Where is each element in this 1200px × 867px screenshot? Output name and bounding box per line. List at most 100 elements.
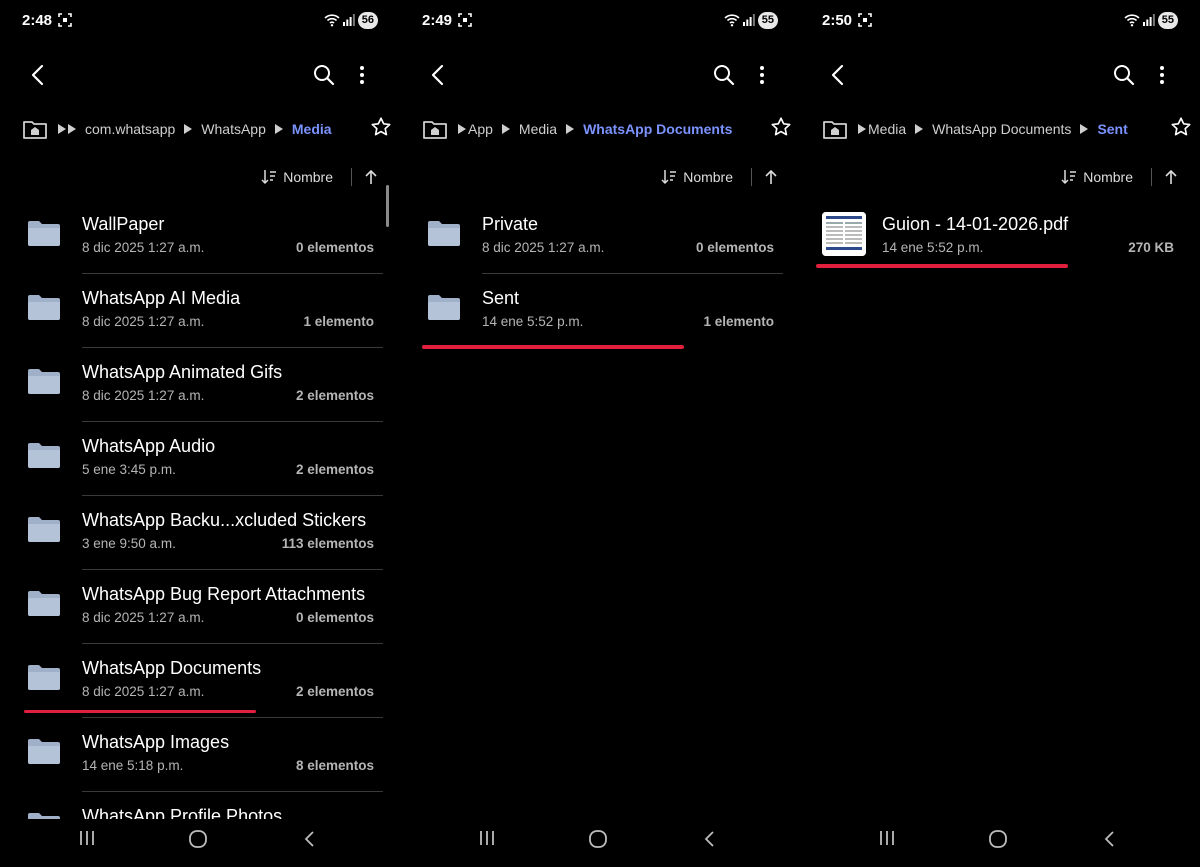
more-options-button[interactable] — [747, 60, 777, 90]
status-bar: 2:49 55 — [400, 0, 800, 42]
arrow-up-icon[interactable] — [764, 169, 778, 185]
favorite-button[interactable] — [1170, 116, 1192, 143]
home-button[interactable] — [988, 829, 1008, 849]
home-crumb-button[interactable] — [22, 118, 48, 140]
breadcrumb-current[interactable]: Sent — [1097, 121, 1127, 137]
breadcrumb-separator — [58, 124, 66, 134]
battery-indicator: 55 — [757, 11, 778, 29]
pdf-thumbnail — [822, 212, 866, 256]
item-date: 8 dic 2025 1:27 a.m. — [82, 610, 205, 625]
screen-media: 2:48 56 com.whatsapp WhatsApp Media Nomb… — [0, 0, 400, 867]
breadcrumb-separator — [915, 124, 924, 134]
folder-icon — [28, 665, 60, 690]
recent-apps-button[interactable] — [78, 829, 96, 847]
highlight-underline — [422, 345, 684, 349]
folder-icon — [28, 221, 60, 246]
more-options-button[interactable] — [1147, 60, 1177, 90]
nav-back-button[interactable] — [702, 829, 716, 849]
breadcrumb-current[interactable]: Media — [292, 121, 332, 137]
home-crumb-button[interactable] — [822, 118, 848, 140]
item-count: 113 elementos — [281, 536, 374, 551]
breadcrumb-item[interactable]: WhatsApp — [201, 121, 266, 137]
breadcrumb-item[interactable]: Media — [868, 121, 906, 137]
breadcrumb-current[interactable]: WhatsApp Documents — [583, 121, 732, 137]
search-button[interactable] — [1109, 60, 1139, 90]
home-button[interactable] — [588, 829, 608, 849]
system-nav-bar — [0, 819, 400, 867]
nav-back-button[interactable] — [1102, 829, 1116, 849]
sort-button[interactable]: Nombre — [261, 169, 333, 185]
item-name: Private — [482, 214, 539, 234]
breadcrumb-separator — [1080, 124, 1089, 134]
back-button[interactable] — [22, 60, 52, 90]
favorite-button[interactable] — [370, 116, 392, 143]
list-item[interactable]: Sent 14 ene 5:52 p.m. 1 elemento — [400, 274, 800, 348]
item-count: 0 elementos — [295, 610, 374, 625]
home-folder-icon — [423, 121, 447, 139]
arrow-up-icon[interactable] — [1164, 169, 1178, 185]
favorite-button[interactable] — [770, 116, 792, 143]
breadcrumb-item[interactable]: Media — [519, 121, 557, 137]
arrow-back-icon — [31, 64, 44, 86]
sort-button[interactable]: Nombre — [1061, 169, 1133, 185]
list-item[interactable]: WhatsApp Backu...xcluded Stickers 3 ene … — [0, 496, 400, 570]
back-button[interactable] — [422, 60, 452, 90]
sort-divider — [1151, 168, 1152, 186]
list-item[interactable]: Private 8 dic 2025 1:27 a.m. 0 elementos — [400, 200, 800, 274]
recent-apps-button[interactable] — [878, 829, 896, 847]
item-name: WhatsApp Documents — [82, 658, 262, 678]
search-icon — [714, 65, 735, 86]
system-nav-bar — [800, 819, 1200, 867]
item-date: 8 dic 2025 1:27 a.m. — [82, 240, 205, 255]
highlight-underline — [816, 264, 1068, 268]
wifi-icon — [324, 14, 340, 27]
item-name: WhatsApp Images — [82, 732, 230, 752]
status-time: 2:50 — [822, 12, 853, 29]
screenshot-icon — [58, 13, 72, 27]
battery-indicator: 56 — [357, 11, 378, 29]
sort-divider — [751, 168, 752, 186]
list-item[interactable]: WhatsApp Bug Report Attachments 8 dic 20… — [0, 570, 400, 644]
status-bar: 2:50 55 — [800, 0, 1200, 42]
search-button[interactable] — [309, 60, 339, 90]
star-icon — [371, 117, 391, 136]
sort-label: Nombre — [683, 169, 733, 185]
folder-icon — [28, 443, 60, 468]
recent-apps-button[interactable] — [478, 829, 496, 847]
folder-icon — [28, 739, 60, 764]
screenshot-icon — [858, 13, 872, 27]
list-item[interactable]: WhatsApp Images 14 ene 5:18 p.m. 8 eleme… — [0, 718, 400, 792]
sort-icon — [261, 170, 277, 185]
breadcrumb-item[interactable]: WhatsApp Documents — [932, 121, 1071, 137]
list-item[interactable]: Guion - 14-01-2026.pdf 14 ene 5:52 p.m. … — [800, 200, 1200, 274]
list-item[interactable]: WallPaper 8 dic 2025 1:27 a.m. 0 element… — [0, 200, 400, 274]
sort-button[interactable]: Nombre — [661, 169, 733, 185]
breadcrumb-item[interactable]: com.whatsapp — [85, 121, 175, 137]
home-button[interactable] — [188, 829, 208, 849]
more-options-button[interactable] — [347, 60, 377, 90]
more-vert-icon — [360, 66, 364, 84]
list-item[interactable]: WhatsApp Audio 5 ene 3:45 p.m. 2 element… — [0, 422, 400, 496]
back-button[interactable] — [822, 60, 852, 90]
folder-icon — [28, 517, 60, 542]
arrow-up-icon[interactable] — [364, 169, 378, 185]
item-name: WhatsApp Animated Gifs — [82, 362, 283, 382]
item-name: Sent — [482, 288, 520, 308]
screen-sent: 2:50 55 Media WhatsApp Documents Sent No… — [800, 0, 1200, 867]
list-item[interactable]: WhatsApp AI Media 8 dic 2025 1:27 a.m. 1… — [0, 274, 400, 348]
breadcrumb: App Media WhatsApp Documents — [422, 114, 792, 144]
home-crumb-button[interactable] — [422, 118, 448, 140]
folder-icon — [28, 295, 60, 320]
list-item[interactable]: WhatsApp Documents 8 dic 2025 1:27 a.m. … — [0, 644, 400, 718]
sort-bar: Nombre — [661, 164, 778, 190]
system-nav-bar — [400, 819, 800, 867]
breadcrumb-separator — [566, 124, 575, 134]
signal-icon — [342, 14, 355, 26]
item-date: 8 dic 2025 1:27 a.m. — [82, 388, 205, 403]
search-button[interactable] — [709, 60, 739, 90]
list-item[interactable]: WhatsApp Animated Gifs 8 dic 2025 1:27 a… — [0, 348, 400, 422]
nav-back-button[interactable] — [302, 829, 316, 849]
item-name: Guion - 14-01-2026.pdf — [882, 214, 1069, 234]
item-count: 2 elementos — [295, 388, 374, 403]
breadcrumb-item[interactable]: App — [468, 121, 493, 137]
